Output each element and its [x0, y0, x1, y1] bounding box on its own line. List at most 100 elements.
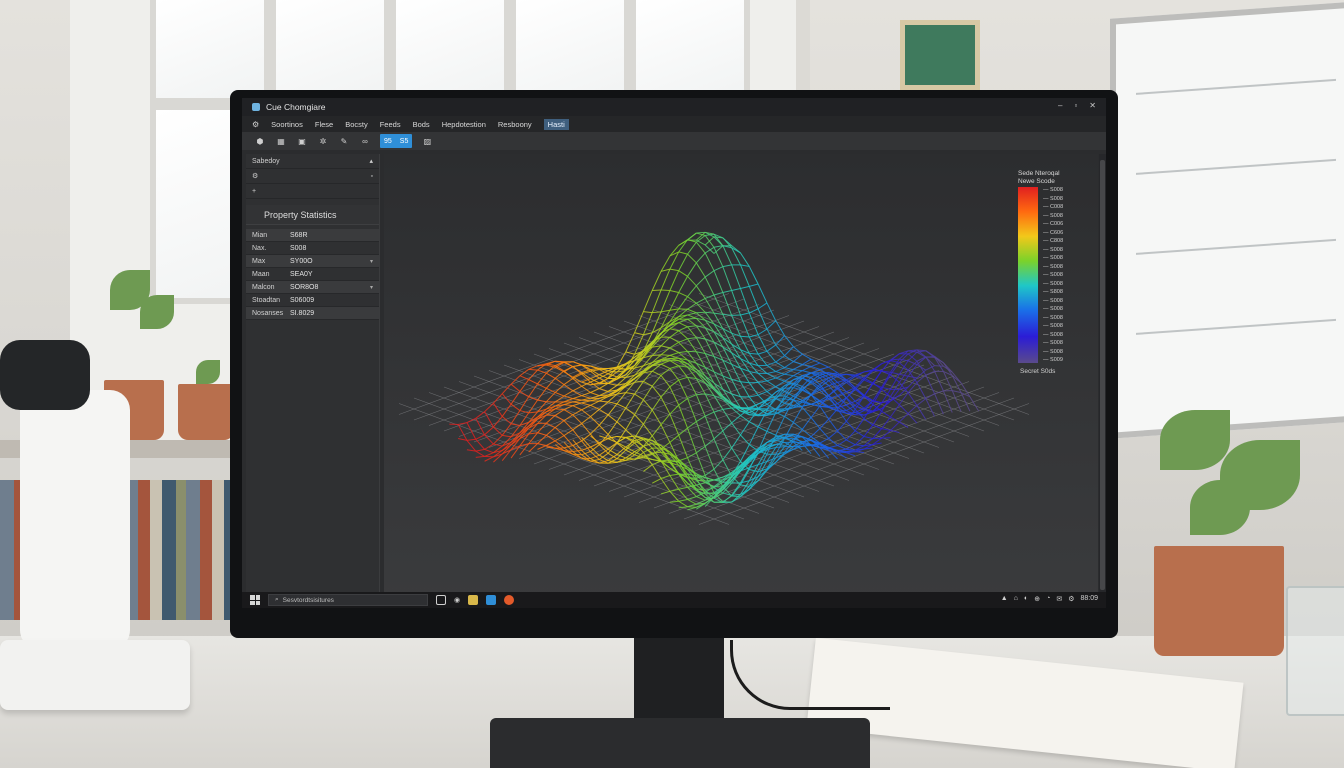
- surface-mesh-edge: [846, 439, 856, 446]
- surface-mesh-edge: [678, 326, 688, 332]
- surface-mesh-edge: [643, 399, 653, 411]
- sidebar-row[interactable]: ⚙ ▫: [246, 169, 379, 184]
- toolbar: ⬢ ▦ ▣ ✲ ✎ ∞ 95 S5 ▨: [242, 132, 1106, 150]
- surface-mesh-edge: [528, 368, 538, 371]
- surface-mesh-edge: [793, 353, 803, 363]
- surface-mesh-edge: [563, 405, 574, 411]
- surface-mesh-edge: [669, 347, 679, 354]
- scroll-thumb[interactable]: [1100, 160, 1105, 590]
- browser-icon[interactable]: [504, 595, 515, 605]
- surface-mesh-edge: [784, 361, 794, 368]
- menu-item[interactable]: Bocsty: [345, 120, 368, 129]
- surface-mesh-edge: [775, 380, 785, 388]
- edge-icon[interactable]: ◉: [454, 596, 460, 604]
- settings-icon[interactable]: ⚙: [1068, 595, 1074, 603]
- menu-item[interactable]: Resboony: [498, 120, 532, 129]
- grid-icon[interactable]: ▦: [275, 135, 287, 147]
- surface-mesh-edge: [766, 344, 777, 352]
- surface-mesh-edge: [713, 266, 724, 272]
- stat-row[interactable]: Mian S68R: [246, 229, 379, 242]
- surface-mesh-edge: [642, 290, 653, 312]
- taskbar-search[interactable]: ⌕ Sesvtordtsisitures: [268, 594, 428, 606]
- pen-icon[interactable]: ✎: [338, 135, 350, 147]
- link-icon[interactable]: ∞: [359, 135, 371, 147]
- surface-mesh-edge: [731, 434, 741, 449]
- start-icon[interactable]: [250, 595, 260, 605]
- stat-row[interactable]: Nosanses SI.8029: [246, 307, 379, 320]
- gear-icon[interactable]: ⚙: [252, 120, 259, 129]
- image-icon[interactable]: ▣: [296, 135, 308, 147]
- window-icon[interactable]: ▫: [371, 173, 373, 180]
- surface-mesh-edge: [740, 314, 750, 338]
- surface-mesh-edge: [669, 379, 680, 388]
- surface-mesh-edge: [722, 266, 733, 291]
- stat-row[interactable]: Stoadtan S06009: [246, 294, 379, 307]
- surface-mesh-edge: [695, 285, 706, 299]
- legend-title: Sede Nteroqal Newe Scode: [1018, 170, 1060, 186]
- surface-mesh-edge: [925, 393, 935, 400]
- mail-icon[interactable]: ✉: [1056, 595, 1062, 603]
- sidebar-header[interactable]: Sabedoy ▴: [246, 154, 379, 169]
- dropdown-icon[interactable]: ▾: [370, 284, 373, 291]
- view-toggle-label[interactable]: S5: [400, 138, 409, 145]
- maximize-icon[interactable]: ▫: [1074, 101, 1077, 110]
- picture-icon[interactable]: ▨: [421, 135, 433, 147]
- surface-mesh-edge: [740, 434, 750, 445]
- stat-row[interactable]: Max SY00O ▾: [246, 255, 379, 268]
- view-toggle-label[interactable]: 95: [384, 138, 392, 145]
- stat-row[interactable]: Nax. S008: [246, 242, 379, 255]
- stat-label: Nosanses: [252, 309, 284, 317]
- stat-row[interactable]: Maan SEA0Y: [246, 268, 379, 281]
- settings-icon[interactable]: ⚙: [252, 172, 258, 180]
- surface-mesh-edge: [484, 452, 494, 457]
- surface-mesh-edge: [687, 318, 697, 327]
- surface-mesh-edge: [678, 488, 688, 500]
- surface-mesh-edge: [695, 302, 706, 313]
- surface-plot[interactable]: [384, 154, 1092, 598]
- shape-icon[interactable]: ⬢: [254, 135, 266, 147]
- scrollbar[interactable]: [1099, 154, 1106, 604]
- surface-mesh-edge: [916, 382, 927, 399]
- settings-icon[interactable]: ✲: [317, 135, 329, 147]
- view-toggle-group[interactable]: 95 S5: [380, 134, 413, 148]
- microscope-base: [0, 640, 190, 710]
- network-icon[interactable]: ⊕: [1034, 595, 1040, 603]
- menu-item[interactable]: Soortinos: [271, 120, 303, 129]
- app-taskbar-icon[interactable]: [486, 595, 497, 605]
- task-view-icon[interactable]: [436, 595, 446, 605]
- surface-mesh-edge: [713, 312, 723, 315]
- add-icon[interactable]: +: [252, 188, 256, 195]
- surface-mesh-edge: [846, 373, 856, 376]
- 3d-viewport[interactable]: Sede Nteroqal Newe Scode — S008 — S008 — C…: [384, 154, 1098, 604]
- folder-icon[interactable]: [468, 595, 479, 605]
- legend-tick: — S008: [1043, 212, 1063, 219]
- surface-mesh-edge: [872, 411, 883, 426]
- legend-tick: — S008: [1043, 246, 1063, 253]
- menu-item[interactable]: Flese: [315, 120, 333, 129]
- menu-item[interactable]: Bods: [413, 120, 430, 129]
- dropdown-icon[interactable]: ▾: [370, 258, 373, 265]
- property-statistics-title: Property Statistics: [246, 205, 379, 225]
- minimize-icon[interactable]: –: [1058, 101, 1062, 110]
- surface-mesh-edge: [590, 388, 600, 393]
- tray-up-icon[interactable]: ▲: [1001, 595, 1008, 603]
- sidebar-row[interactable]: +: [246, 184, 379, 199]
- surface-mesh-edge: [616, 376, 626, 379]
- volume-icon[interactable]: ◔: [1046, 595, 1050, 603]
- surface-mesh-edge: [537, 369, 547, 374]
- menu-item[interactable]: Hepdotestion: [442, 120, 486, 129]
- close-icon[interactable]: ✕: [1089, 101, 1096, 110]
- stat-row[interactable]: Malcon SOR8O8 ▾: [246, 281, 379, 294]
- surface-mesh-edge: [581, 416, 591, 424]
- surface-mesh-edge: [501, 403, 512, 417]
- system-tray: ▲ ⌂ ◐ ⊕ ◔ ✉ ⚙ 88:09: [1001, 595, 1098, 603]
- collapse-icon[interactable]: ▴: [369, 157, 373, 165]
- legend-tick: — S008: [1043, 323, 1063, 329]
- menu-item[interactable]: Feeds: [380, 120, 401, 129]
- clock[interactable]: 88:09: [1080, 595, 1098, 603]
- menu-item-active[interactable]: Hasti: [543, 118, 569, 130]
- battery-icon[interactable]: ◐: [1024, 595, 1028, 603]
- surface-mesh-edge: [590, 378, 600, 384]
- surface-mesh-edge: [519, 368, 529, 377]
- home-icon[interactable]: ⌂: [1014, 595, 1018, 603]
